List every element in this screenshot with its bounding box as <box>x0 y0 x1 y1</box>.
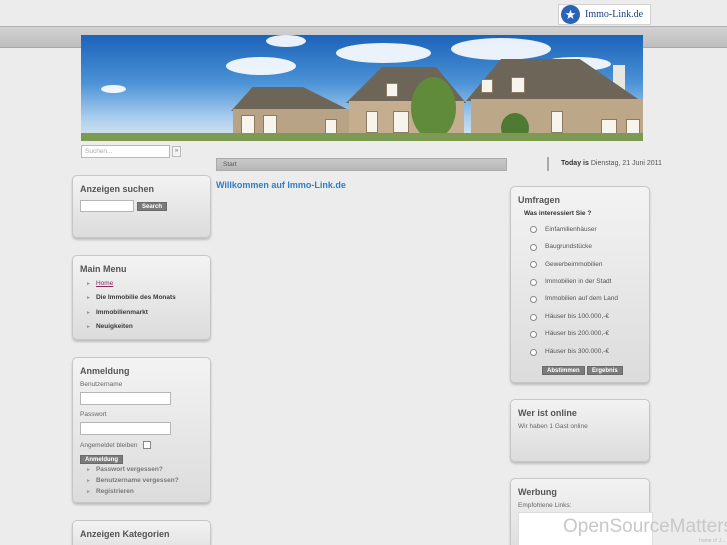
poll-option-label: Baugrundstücke <box>545 243 592 250</box>
ad-banner-subtext: home of J... <box>699 538 726 544</box>
login-module: Anmeldung Benutzername Passwort Angemeld… <box>72 357 211 503</box>
poll-option-radio[interactable] <box>530 244 537 251</box>
poll-vote-button[interactable]: Abstimmen <box>542 366 585 375</box>
poll-option-radio[interactable] <box>530 314 537 321</box>
username-label: Benutzername <box>80 381 123 388</box>
forgot-username-link[interactable]: ► Benutzername vergessen? <box>86 477 179 484</box>
ad-categories-title: Anzeigen Kategorien <box>80 529 170 539</box>
bullet-arrow-icon: ► <box>86 467 91 473</box>
login-submit-button[interactable]: Anmeldung <box>80 455 123 464</box>
bullet-arrow-icon: ► <box>86 310 91 316</box>
search-go-button[interactable]: » <box>172 146 181 157</box>
today-date-value: Dienstag, 21 Juni 2011 <box>590 160 662 167</box>
menu-item-home[interactable]: ► Home <box>86 280 113 287</box>
remember-me-label: Angemeldet bleiben <box>80 442 138 449</box>
bullet-arrow-icon: ► <box>86 324 91 330</box>
main-menu-module: Main Menu ► Home ► Die Immobilie des Monat… <box>72 255 211 340</box>
menu-item-immobilie-des-monats[interactable]: ► Die Immobilie des Monats <box>86 294 176 301</box>
bullet-arrow-icon: ► <box>86 489 91 495</box>
ad-banner-text: OpenSourceMatters <box>563 516 727 537</box>
poll-option-radio[interactable] <box>530 331 537 338</box>
poll-option-label: Häuser bis 300.000,-€ <box>545 348 609 355</box>
poll-option-label: Häuser bis 200.000,-€ <box>545 330 609 337</box>
password-label: Passwort <box>80 411 107 418</box>
today-date: Today is Dienstag, 21 Juni 2011 <box>547 157 662 171</box>
poll-option-radio[interactable] <box>530 296 537 303</box>
poll-option-radio[interactable] <box>530 261 537 268</box>
bullet-arrow-icon: ► <box>86 295 91 301</box>
ads-label: Empfohlene Links: <box>518 502 572 509</box>
header-banner-image <box>81 35 643 141</box>
site-logo[interactable]: ★ Immo-Link.de <box>558 4 651 25</box>
ad-banner-link[interactable]: OpenSourceMatters home of J... <box>518 512 727 545</box>
today-label: Today is <box>561 160 589 167</box>
password-input[interactable] <box>80 422 171 435</box>
bullet-arrow-icon: ► <box>86 281 91 287</box>
main-menu-title: Main Menu <box>80 264 127 274</box>
register-link[interactable]: ► Registrieren <box>86 488 134 495</box>
bullet-arrow-icon: ► <box>86 478 91 484</box>
remember-me-checkbox[interactable] <box>143 441 151 449</box>
poll-results-button[interactable]: Ergebnis <box>587 366 623 375</box>
forgot-password-link[interactable]: ► Passwort vergessen? <box>86 466 163 473</box>
menu-item-neuigkeiten[interactable]: ► Neuigkeiten <box>86 323 133 330</box>
ads-module: Werbung Empfohlene Links: OpenSourceMatt… <box>510 478 727 545</box>
ads-search-input[interactable] <box>80 200 134 212</box>
poll-question: Was interessiert Sie ? <box>524 210 592 217</box>
poll-module: Umfragen Was interessiert Sie ? Einfamil… <box>510 186 650 383</box>
ads-title: Werbung <box>518 487 557 497</box>
page-title[interactable]: Willkommen auf Immo-Link.de <box>216 180 346 190</box>
logo-text: Immo-Link.de <box>585 9 644 20</box>
who-online-title: Wer ist online <box>518 408 577 418</box>
star-badge-icon: ★ <box>561 5 580 24</box>
ad-categories-module: Anzeigen Kategorien <box>72 520 211 545</box>
poll-option-radio[interactable] <box>530 349 537 356</box>
menu-item-immobilienmarkt[interactable]: ► Immobilienmarkt <box>86 309 148 316</box>
poll-option-label: Gewerbeimmobilien <box>545 261 603 268</box>
poll-option-radio[interactable] <box>530 226 537 233</box>
ads-search-title: Anzeigen suchen <box>80 184 155 194</box>
poll-option-label: Immobilien auf dem Land <box>545 295 618 302</box>
poll-option-label: Einfamilienhäuser <box>545 226 597 233</box>
ads-search-module: Anzeigen suchen Search <box>72 175 211 238</box>
poll-option-label: Immobilien in der Stadt <box>545 278 612 285</box>
poll-option-label: Häuser bis 100.000,-€ <box>545 313 609 320</box>
who-online-text: Wir haben 1 Gast online <box>518 423 588 430</box>
site-search-input[interactable]: Suchen... <box>81 145 170 158</box>
poll-option-radio[interactable] <box>530 279 537 286</box>
who-online-module: Wer ist online Wir haben 1 Gast online <box>510 399 650 462</box>
breadcrumb[interactable]: Start <box>216 158 507 171</box>
ads-search-button[interactable]: Search <box>137 202 168 211</box>
login-title: Anmeldung <box>80 366 130 376</box>
poll-title: Umfragen <box>518 195 561 205</box>
username-input[interactable] <box>80 392 171 405</box>
